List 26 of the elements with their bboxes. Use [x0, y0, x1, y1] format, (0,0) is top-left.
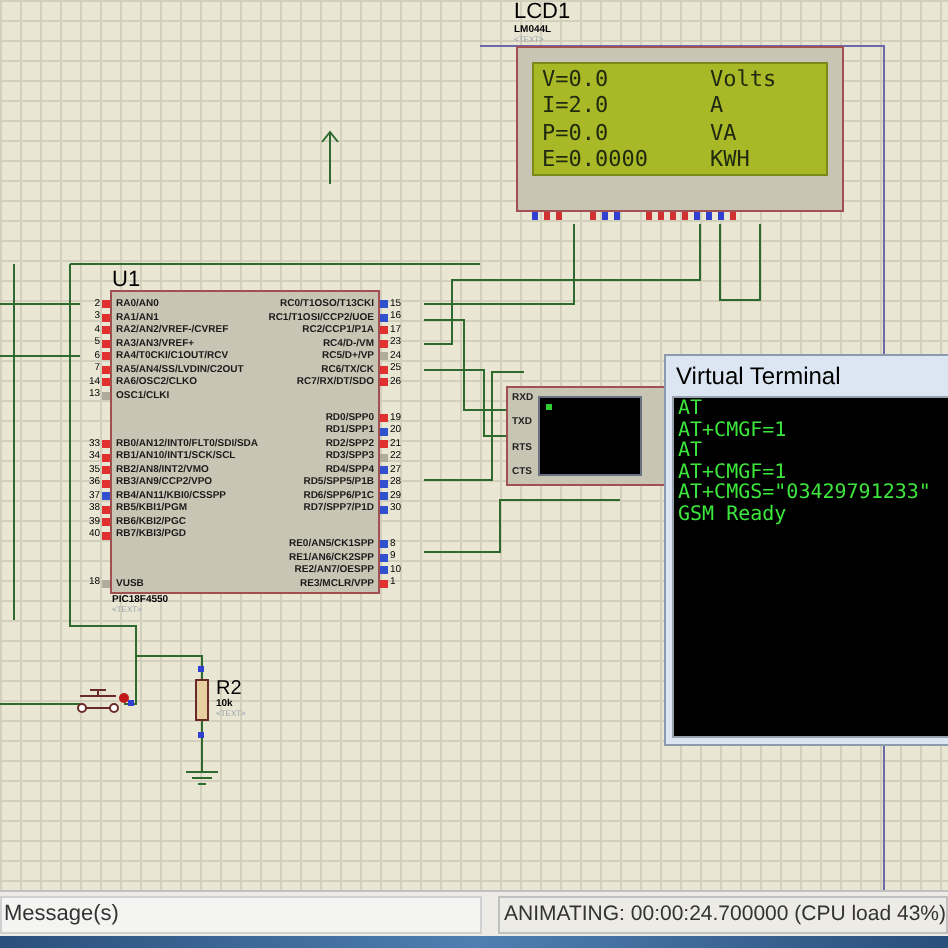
ground-icon: [185, 771, 219, 785]
resistor-drawing: [195, 666, 209, 738]
lcd-unit: A: [710, 94, 724, 117]
terminal-line: GSM Ready: [678, 505, 787, 526]
window-title: Virtual Terminal: [674, 360, 843, 394]
terminal-line: AT+CMGF=1: [678, 463, 787, 483]
power-terminal-icon: [321, 130, 339, 185]
lcd-unit: VA: [710, 121, 737, 144]
component-ref: R2: [216, 680, 244, 700]
wire: [201, 719, 203, 773]
lcd-unit: Volts: [710, 68, 777, 90]
lcd-reading: V=0.0: [542, 68, 611, 90]
push-button-drawing: [77, 689, 134, 713]
messages-panel[interactable]: Message(s): [0, 895, 482, 933]
lcd-reading: I=2.0: [542, 94, 611, 117]
component-ref: LCD1: [514, 2, 571, 24]
terminal-line: AT+CMGF=1: [678, 421, 787, 441]
cursor-icon: [545, 404, 552, 410]
lcd-reading: P=0.0: [542, 121, 611, 144]
animation-status: ANIMATING: 00:00:24.700000 (CPU load 43%): [498, 895, 948, 933]
terminal-line: AT+CMGS="03429791233": [678, 484, 931, 504]
terminal-line: AT: [678, 400, 703, 421]
terminal-line: AT: [678, 442, 703, 463]
lcd-unit: KWH: [710, 147, 750, 170]
lcd-reading: E=0.0000: [542, 147, 650, 170]
component-ref: U1: [112, 270, 141, 292]
